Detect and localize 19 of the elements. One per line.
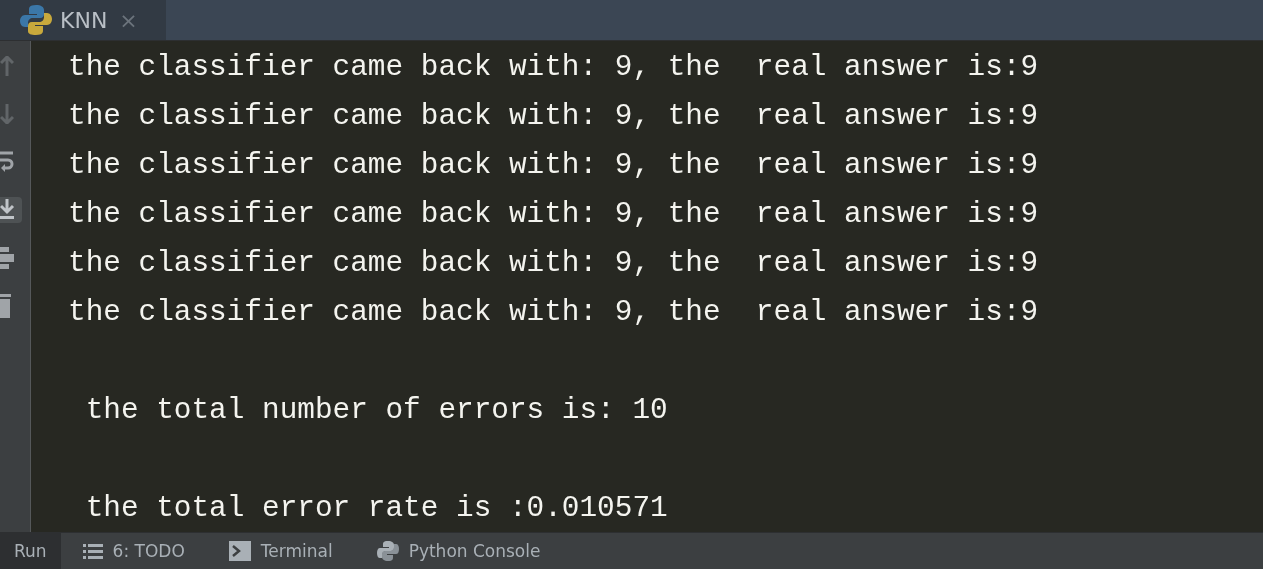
console-line: the total number of errors is: 10	[84, 393, 669, 429]
console-line: the classifier came back with: 9, the real answer is:9	[68, 295, 1040, 331]
console-line: the total error rate is :0.010571	[84, 491, 669, 527]
console-line: the classifier came back with: 9, the real answer is:9	[68, 99, 1040, 135]
editor-tab[interactable]: KNN ×	[0, 0, 166, 40]
console-line: the classifier came back with: 9, the real answer is:9	[68, 50, 1040, 86]
python-icon	[376, 540, 399, 562]
scroll-to-end-icon[interactable]	[0, 197, 22, 223]
console-line: the classifier came back with: 9, the real answer is:9	[68, 197, 1040, 233]
tool-window-tab[interactable]: 6: TODO	[60, 533, 207, 569]
python-logo-icon	[20, 4, 52, 36]
tool-window-tab[interactable]: Terminal	[206, 533, 355, 569]
console-line: the classifier came back with: 9, the real answer is:9	[68, 148, 1040, 184]
list-icon	[82, 543, 103, 559]
tool-window-tab[interactable]: Python Console	[354, 533, 563, 569]
console-line: the classifier came back with: 9, the real answer is:9	[68, 246, 1040, 282]
terminal-icon	[228, 541, 251, 561]
tool-window-tab[interactable]: Run	[0, 533, 61, 569]
tab-label: KNN	[60, 7, 108, 33]
